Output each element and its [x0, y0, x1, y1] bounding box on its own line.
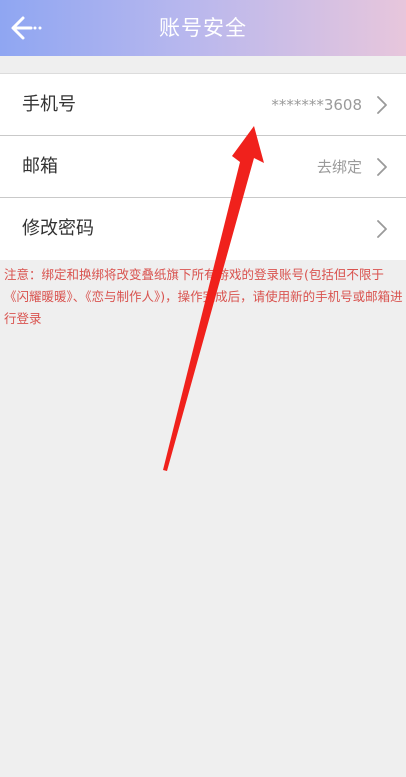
page-title: 账号安全 [159, 16, 247, 40]
email-bind-link[interactable]: 去绑定 [317, 136, 362, 198]
change-password-label: 修改密码 [22, 218, 94, 239]
phone-label: 手机号 [22, 94, 76, 115]
header-bar: 账号安全 [0, 0, 406, 56]
change-password-row[interactable]: 修改密码 [0, 198, 406, 260]
phone-value: *******3608 [271, 96, 362, 114]
email-row[interactable]: 邮箱 去绑定 [0, 136, 406, 198]
notice-text: 注意：绑定和换绑将改变叠纸旗下所有游戏的登录账号(包括但不限于《闪耀暖暖》、《恋… [4, 267, 403, 326]
chevron-right-icon [377, 96, 387, 114]
chevron-right-icon [377, 220, 387, 238]
email-label: 邮箱 [22, 156, 58, 177]
account-security-page: 账号安全 手机号 *******3608 邮箱 去绑定 修改密码 注意：绑定和换… [0, 0, 406, 777]
chevron-right-icon [377, 158, 387, 176]
settings-list: 手机号 *******3608 邮箱 去绑定 修改密码 [0, 73, 406, 260]
phone-row[interactable]: 手机号 *******3608 [0, 74, 406, 136]
